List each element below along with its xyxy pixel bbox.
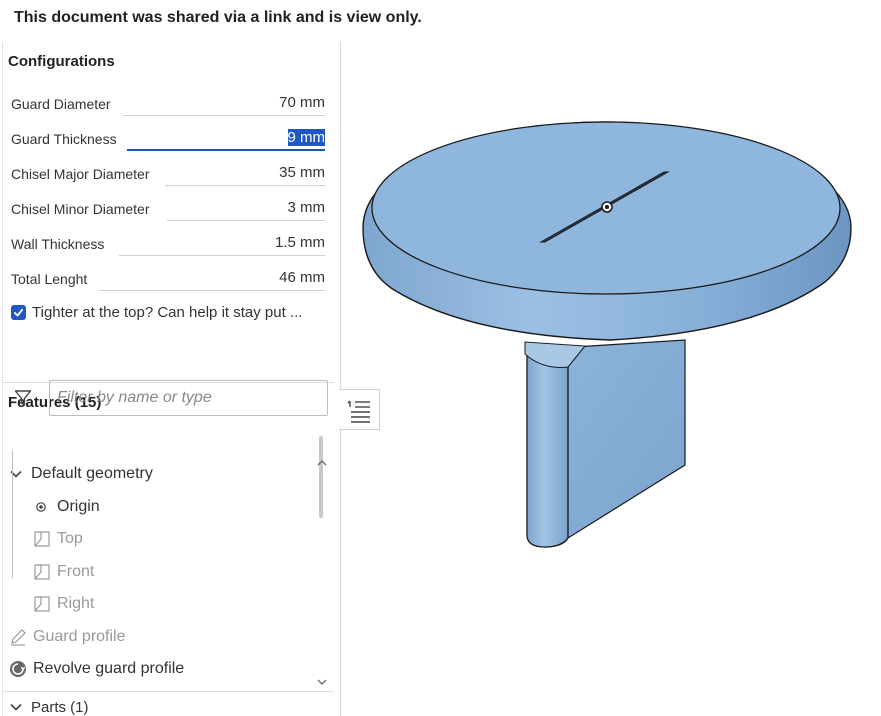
model-viewport[interactable]	[355, 110, 865, 560]
sketch-icon	[9, 628, 27, 646]
config-label: Chisel Minor Diameter	[11, 201, 150, 217]
chevron-down-icon[interactable]	[7, 465, 25, 483]
parts-title: Parts (1)	[31, 698, 89, 716]
tree-item-label: Guard profile	[33, 628, 126, 645]
filter-icon[interactable]	[14, 389, 32, 407]
chisel-stem	[524, 339, 686, 548]
config-label: Total Lenght	[11, 271, 88, 287]
left-panel: Configurations Guard Diameter 70 mm Guar…	[2, 42, 341, 716]
scroll-up-icon[interactable]	[317, 459, 327, 470]
tree-item-origin[interactable]: Origin	[33, 498, 100, 516]
config-row-guard-diameter: Guard Diameter 70 mm	[11, 92, 325, 118]
chisel-minor-diameter-input[interactable]: 3 mm	[167, 197, 325, 221]
tree-item-label: Origin	[57, 498, 100, 515]
tree-item-guard-profile[interactable]: Guard profile	[9, 628, 126, 646]
config-row-wall-thickness: Wall Thickness 1.5 mm	[11, 232, 325, 258]
divider	[2, 691, 333, 692]
check-icon	[13, 308, 24, 317]
tighter-top-option[interactable]: Tighter at the top? Can help it stay put…	[11, 304, 302, 321]
tree-item-label: Revolve guard profile	[33, 660, 185, 677]
config-row-guard-thickness: Guard Thickness 9 mm	[11, 127, 325, 153]
plane-icon	[33, 595, 51, 613]
config-label: Guard Diameter	[11, 96, 111, 112]
scrollbar-thumb[interactable]	[319, 436, 323, 518]
view-only-banner: This document was shared via a link and …	[14, 9, 422, 26]
config-label: Wall Thickness	[11, 236, 105, 252]
guard-disc	[362, 121, 852, 341]
parts-section[interactable]: Parts (1)	[7, 698, 89, 716]
feature-filter-input[interactable]: Filter by name or type	[49, 380, 328, 416]
chevron-down-icon[interactable]	[7, 698, 25, 716]
wall-thickness-input[interactable]: 1.5 mm	[119, 232, 325, 256]
scroll-down-icon[interactable]	[317, 678, 327, 689]
tree-guide-line	[12, 450, 13, 578]
tree-item-front[interactable]: Front	[33, 563, 94, 581]
checkbox-label: Tighter at the top? Can help it stay put…	[32, 304, 303, 321]
tree-group-label: Default geometry	[31, 465, 153, 482]
plane-icon	[33, 563, 51, 581]
checkbox[interactable]	[11, 305, 26, 320]
config-label: Chisel Major Diameter	[11, 166, 150, 182]
total-length-input[interactable]: 46 mm	[99, 267, 325, 291]
configurations-title: Configurations	[8, 53, 115, 70]
origin-icon	[33, 499, 49, 515]
guard-thickness-input[interactable]: 9 mm	[127, 127, 325, 151]
tree-item-revolve-guard-profile[interactable]: Revolve guard profile	[9, 660, 184, 678]
revolve-icon	[9, 660, 27, 678]
config-row-total-length: Total Lenght 46 mm	[11, 267, 325, 293]
plane-icon	[33, 530, 51, 548]
tree-group-default-geometry[interactable]: Default geometry	[7, 465, 153, 483]
selected-value: 9 mm	[287, 129, 325, 146]
config-row-chisel-major-diameter: Chisel Major Diameter 35 mm	[11, 162, 325, 188]
tree-item-top[interactable]: Top	[33, 530, 83, 548]
tree-item-right[interactable]: Right	[33, 595, 94, 613]
config-row-chisel-minor-diameter: Chisel Minor Diameter 3 mm	[11, 197, 325, 223]
guard-diameter-input[interactable]: 70 mm	[123, 92, 325, 116]
tree-item-label: Front	[57, 563, 95, 580]
tree-item-label: Top	[57, 530, 83, 547]
chisel-major-diameter-input[interactable]: 35 mm	[165, 162, 325, 186]
tree-item-label: Right	[57, 595, 95, 612]
config-label: Guard Thickness	[11, 131, 117, 147]
